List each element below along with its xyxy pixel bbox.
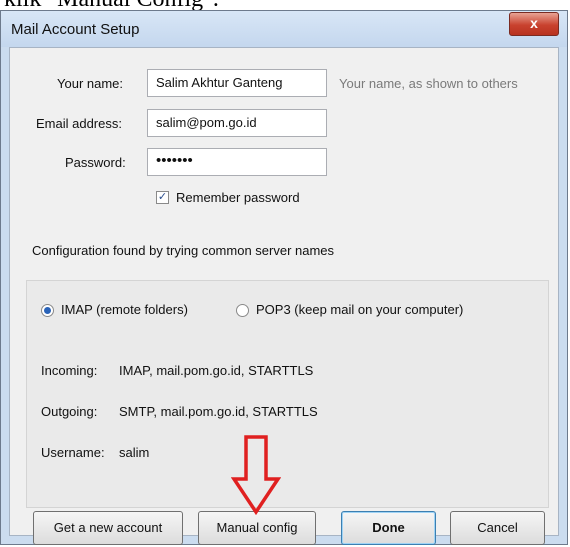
name-hint: Your name, as shown to others: [339, 76, 518, 91]
incoming-value: IMAP, mail.pom.go.id, STARTTLS: [119, 363, 314, 378]
imap-radio[interactable]: [41, 304, 54, 317]
mail-account-setup-dialog: Mail Account Setup x Your name: Salim Ak…: [0, 10, 568, 545]
check-icon: ✓: [157, 191, 168, 203]
name-input[interactable]: Salim Akhtur Ganteng: [147, 69, 327, 97]
manual-config-button[interactable]: Manual config: [198, 511, 316, 545]
account-details-group: IMAP (remote folders) POP3 (keep mail on…: [26, 280, 549, 508]
incoming-label: Incoming:: [41, 363, 98, 378]
password-label: Password:: [65, 155, 126, 170]
dialog-body: Your name: Salim Akhtur Ganteng Your nam…: [9, 47, 559, 545]
username-value: salim: [119, 445, 150, 460]
remember-password-label: Remember password: [176, 190, 300, 205]
get-new-account-button[interactable]: Get a new account: [33, 511, 183, 545]
window-title: Mail Account Setup: [11, 21, 140, 38]
username-label: Username:: [41, 445, 105, 460]
password-input[interactable]: •••••••: [147, 148, 327, 176]
title-bar[interactable]: Mail Account Setup x: [1, 11, 567, 47]
name-label: Your name:: [57, 76, 124, 91]
close-icon: x: [530, 15, 538, 31]
outgoing-label: Outgoing:: [41, 404, 98, 419]
cancel-button[interactable]: Cancel: [450, 511, 545, 545]
email-input[interactable]: salim@pom.go.id: [147, 109, 327, 137]
close-button[interactable]: x: [509, 12, 559, 36]
pop3-label: POP3 (keep mail on your computer): [256, 302, 464, 317]
pop3-radio[interactable]: [236, 304, 249, 317]
red-down-arrow-icon: [231, 435, 281, 515]
imap-label: IMAP (remote folders): [61, 302, 188, 317]
config-status-text: Configuration found by trying common ser…: [32, 243, 335, 258]
email-label: Email address:: [36, 116, 122, 131]
outgoing-value: SMTP, mail.pom.go.id, STARTTLS: [119, 404, 318, 419]
remember-password-checkbox[interactable]: ✓: [156, 191, 169, 204]
done-button[interactable]: Done: [341, 511, 436, 545]
